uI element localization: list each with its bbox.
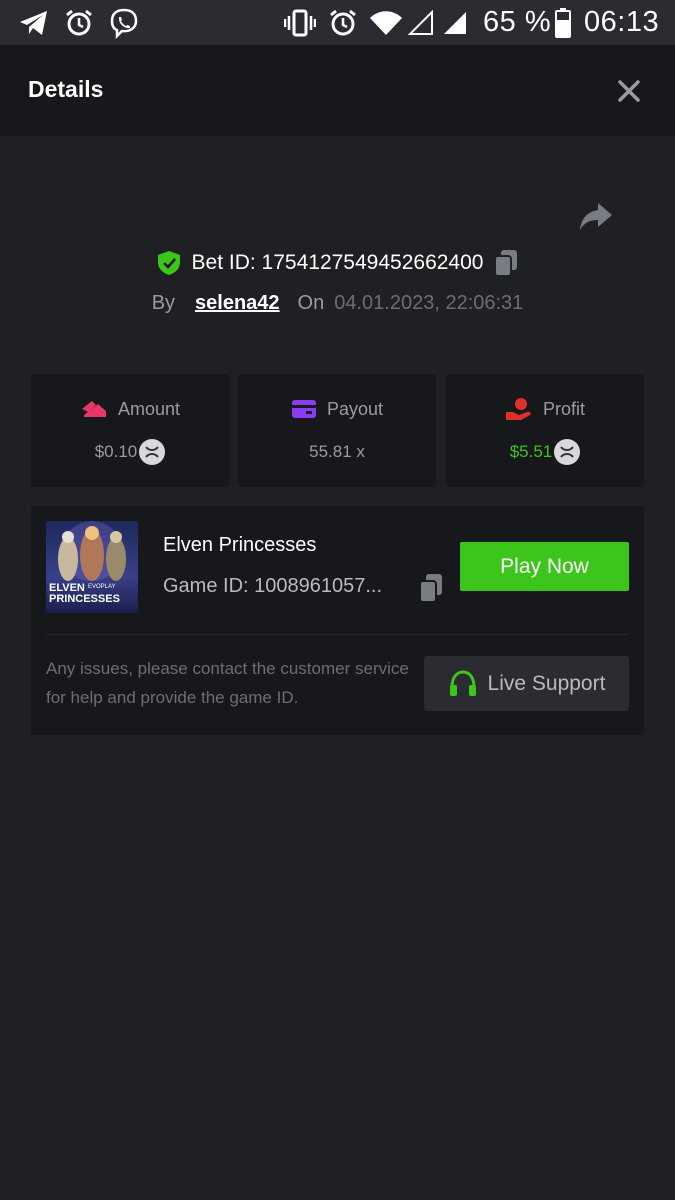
bet-datetime: 04.01.2023, 22:06:31: [334, 291, 524, 314]
live-support-label: Live Support: [487, 671, 606, 695]
game-thumbnail[interactable]: ELVEN PRINCESSES EVOPLAY: [46, 521, 138, 613]
bet-byline: By selena42 On 04.01.2023, 22:06:31: [0, 285, 675, 321]
verified-shield-icon: [157, 251, 180, 275]
close-icon: [618, 80, 640, 102]
profit-label: Profit: [542, 398, 585, 419]
share-button[interactable]: [576, 200, 616, 234]
viber-icon: [107, 8, 141, 39]
divider: [46, 634, 629, 635]
clock: 06:13: [584, 6, 660, 38]
alarm-icon: [327, 8, 359, 38]
game-panel: ELVEN PRINCESSES EVOPLAY Elven Princesse…: [31, 506, 644, 735]
profit-icon: [505, 398, 531, 420]
details-header: Details: [0, 45, 675, 136]
xrp-coin-icon: [139, 439, 166, 465]
signal-empty-icon: [407, 8, 435, 38]
headset-icon: [449, 669, 476, 696]
payout-label: Payout: [326, 398, 384, 419]
close-button[interactable]: [612, 74, 646, 108]
username-link[interactable]: selena42: [195, 292, 280, 315]
game-thumbnail-brand: EVOPLAY: [88, 584, 116, 590]
live-support-button[interactable]: Live Support: [424, 656, 629, 711]
game-name: Elven Princesses: [163, 534, 317, 556]
xrp-coin-icon: [554, 439, 581, 465]
profit-value: $5.51: [509, 442, 553, 461]
battery-icon: [554, 8, 572, 38]
status-bar: 65 % 06:13: [0, 0, 675, 45]
payout-card: Payout 55.81 x: [238, 374, 436, 487]
alarm-icon: [63, 8, 95, 38]
payout-value: 55.81 x: [309, 442, 365, 461]
play-now-button[interactable]: Play Now: [460, 542, 629, 591]
copy-icon: [494, 250, 518, 277]
telegram-icon: [18, 8, 50, 38]
by-label: By: [151, 291, 176, 314]
vibrate-icon: [284, 8, 316, 38]
amount-value: $0.10: [94, 442, 138, 461]
game-id: Game ID: 1008961057...: [163, 575, 383, 597]
amount-card: Amount $0.10: [31, 374, 229, 487]
page-title: Details: [28, 76, 104, 102]
signal-icon: [441, 8, 469, 38]
profit-card: Profit $5.51: [446, 374, 644, 487]
copy-icon: [419, 574, 442, 603]
on-label: On: [297, 291, 325, 314]
copy-bet-id-button[interactable]: [493, 249, 519, 277]
copy-game-id-button[interactable]: [418, 573, 444, 603]
amount-label: Amount: [117, 398, 181, 419]
share-icon: [580, 203, 612, 230]
support-help-text: Any issues, please contact the customer …: [46, 659, 409, 707]
bet-id: Bet ID: 1754127549452662400: [191, 251, 484, 274]
payout-icon: [291, 400, 316, 418]
bet-id-row: Bet ID: 1754127549452662400: [0, 244, 675, 282]
battery-percent: 65 %: [483, 6, 552, 38]
amount-icon: [81, 401, 106, 417]
wifi-icon: [368, 8, 404, 38]
